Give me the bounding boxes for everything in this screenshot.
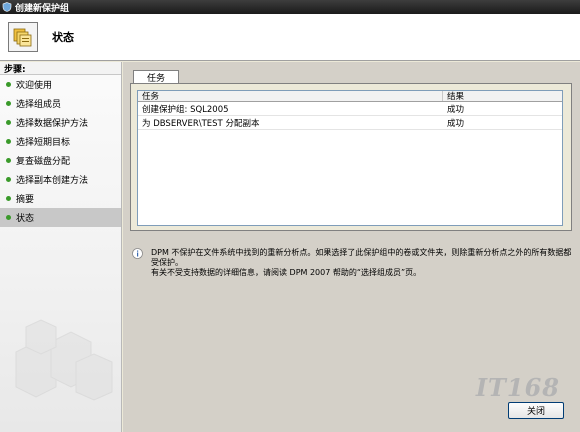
step-bullet-icon [6, 196, 11, 201]
tab-tasks[interactable]: 任务 [133, 70, 179, 84]
step-label: 摘要 [16, 195, 35, 205]
step-label: 复查磁盘分配 [16, 157, 71, 167]
server-decoration-icon [15, 319, 113, 401]
step-item-disk-allocation[interactable]: 复查磁盘分配 [0, 151, 121, 170]
task-list[interactable]: 任务 结果 创建保护组: SQL2005 成功 为 DBSERVER\TEST … [137, 90, 563, 226]
wizard-window: 创建新保护组 状态 步骤: 欢迎使用 选择组成员 选择数据保护方法 选择短期目标… [0, 0, 580, 432]
step-label: 选择组成员 [16, 100, 62, 110]
result-cell: 成功 [447, 118, 465, 129]
column-header-result[interactable]: 结果 [443, 91, 562, 102]
step-item-protection-method[interactable]: 选择数据保护方法 [0, 113, 121, 132]
step-label: 选择数据保护方法 [16, 119, 89, 129]
step-item-status[interactable]: 状态 [0, 208, 121, 227]
column-header-task[interactable]: 任务 [138, 91, 443, 102]
info-text: DPM 不保护在文件系统中找到的重新分析点。如果选择了此保护组中的卷或文件夹，则… [151, 248, 572, 278]
info-message: DPM 不保护在文件系统中找到的重新分析点。如果选择了此保护组中的卷或文件夹，则… [132, 248, 572, 278]
table-row[interactable]: 创建保护组: SQL2005 成功 [138, 102, 562, 116]
step-item-short-term-goals[interactable]: 选择短期目标 [0, 132, 121, 151]
step-item-select-members[interactable]: 选择组成员 [0, 94, 121, 113]
main-content: 任务 任务 结果 创建保护组: SQL2005 成功 为 DBSERVER\TE… [123, 62, 580, 432]
result-cell: 成功 [447, 104, 465, 115]
app-shield-icon [2, 2, 12, 12]
task-cell: 创建保护组: SQL2005 [142, 104, 229, 115]
step-label: 状态 [16, 214, 35, 224]
step-label: 选择短期目标 [16, 138, 71, 148]
step-label: 欢迎使用 [16, 81, 53, 91]
steps-pane: 步骤: 欢迎使用 选择组成员 选择数据保护方法 选择短期目标 复查磁盘分配 选择… [0, 62, 122, 432]
step-bullet-icon [6, 139, 11, 144]
step-bullet-icon [6, 177, 11, 182]
window-title: 创建新保护组 [15, 3, 70, 14]
tab-panel-tasks: 任务 结果 创建保护组: SQL2005 成功 为 DBSERVER\TEST … [130, 83, 572, 231]
page-title: 状态 [52, 31, 74, 44]
task-list-header: 任务 结果 [138, 91, 562, 102]
steps-header: 步骤: [0, 62, 121, 75]
step-label: 选择副本创建方法 [16, 176, 89, 186]
step-bullet-icon [6, 101, 11, 106]
protection-group-icon [8, 22, 38, 52]
step-bullet-icon [6, 120, 11, 125]
watermark-logo: IT168 [475, 373, 560, 402]
table-row[interactable]: 为 DBSERVER\TEST 分配副本 成功 [138, 116, 562, 130]
step-item-summary[interactable]: 摘要 [0, 189, 121, 208]
title-bar[interactable]: 创建新保护组 [0, 0, 580, 14]
wizard-header: 状态 [0, 14, 580, 61]
info-line-2: 有关不受支持数据的详细信息，请阅读 DPM 2007 帮助的“选择组成员”页。 [151, 268, 422, 277]
info-icon [132, 248, 143, 259]
task-cell: 为 DBSERVER\TEST 分配副本 [142, 118, 260, 129]
info-line-1: DPM 不保护在文件系统中找到的重新分析点。如果选择了此保护组中的卷或文件夹，则… [151, 248, 572, 267]
step-item-replica-creation[interactable]: 选择副本创建方法 [0, 170, 121, 189]
step-item-welcome[interactable]: 欢迎使用 [0, 75, 121, 94]
close-button[interactable]: 关闭 [508, 402, 564, 419]
step-bullet-icon [6, 158, 11, 163]
step-bullet-icon [6, 82, 11, 87]
step-bullet-icon [6, 215, 11, 220]
